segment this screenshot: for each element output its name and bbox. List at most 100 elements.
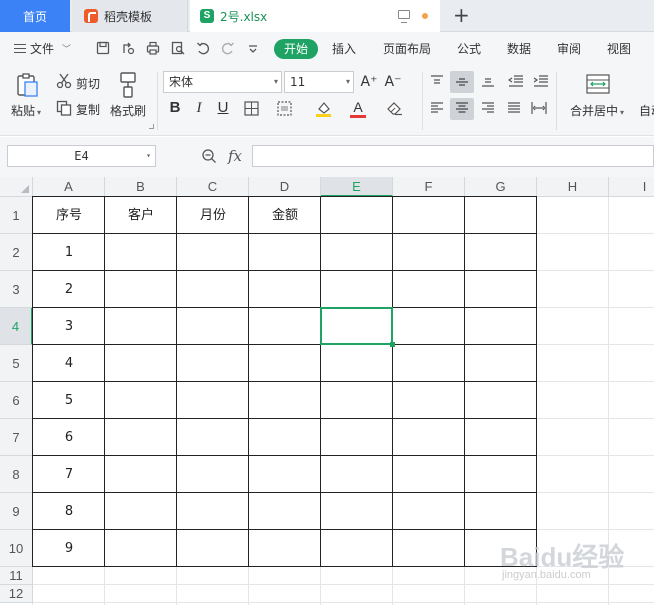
underline-button[interactable]: U bbox=[213, 98, 233, 118]
print-preview-icon[interactable] bbox=[171, 41, 185, 55]
serial-number-cell[interactable]: 6 bbox=[33, 419, 105, 456]
column-header-e[interactable]: E bbox=[321, 177, 393, 197]
menu-page-layout[interactable]: 页面布局 bbox=[383, 40, 431, 57]
copy-icon[interactable] bbox=[56, 100, 72, 116]
column-header-b[interactable]: B bbox=[105, 177, 177, 197]
align-center-button[interactable] bbox=[450, 98, 474, 120]
column-header-i[interactable]: I bbox=[609, 177, 654, 197]
table-header-cell[interactable]: 金额 bbox=[249, 197, 321, 234]
menu-data[interactable]: 数据 bbox=[507, 40, 531, 57]
chevron-down-icon: ▾ bbox=[345, 77, 350, 86]
table-header-cell[interactable]: 月份 bbox=[177, 197, 249, 234]
distributed-align-icon[interactable] bbox=[531, 101, 547, 115]
auto-wrap-button[interactable]: 自动 bbox=[639, 102, 654, 119]
table-header-cell[interactable]: 客户 bbox=[105, 197, 177, 234]
serial-number-cell[interactable]: 9 bbox=[33, 530, 105, 567]
formula-input[interactable] bbox=[252, 145, 654, 167]
serial-number-cell[interactable]: 5 bbox=[33, 382, 105, 419]
align-right-icon[interactable] bbox=[481, 102, 495, 114]
align-middle-button[interactable] bbox=[450, 71, 474, 93]
align-left-icon[interactable] bbox=[430, 102, 444, 114]
serial-number-cell[interactable]: 1 bbox=[33, 234, 105, 271]
decrease-indent-icon[interactable] bbox=[508, 75, 524, 87]
font-color-button[interactable]: A bbox=[350, 98, 366, 118]
menu-file[interactable]: 文件 ﹀ bbox=[14, 40, 71, 57]
fill-color-icon[interactable] bbox=[315, 100, 332, 117]
row-header-3[interactable]: 3 bbox=[0, 271, 33, 308]
print-icon[interactable] bbox=[146, 41, 160, 55]
active-cell-selection[interactable] bbox=[320, 307, 393, 345]
serial-number-cell[interactable]: 2 bbox=[33, 271, 105, 308]
serial-number-cell[interactable]: 8 bbox=[33, 493, 105, 530]
row-header-1[interactable]: 1 bbox=[0, 197, 33, 234]
table-border bbox=[32, 270, 537, 271]
row-header-10[interactable]: 10 bbox=[0, 530, 33, 567]
hamburger-icon bbox=[14, 44, 26, 53]
increase-font-button[interactable]: A⁺ bbox=[359, 72, 379, 92]
align-bottom-icon[interactable] bbox=[481, 75, 495, 87]
name-box[interactable]: E4 ▾ bbox=[7, 145, 156, 167]
font-name-select[interactable]: 宋体 ▾ bbox=[163, 71, 282, 93]
serial-number-cell[interactable]: 4 bbox=[33, 345, 105, 382]
column-header-c[interactable]: C bbox=[177, 177, 249, 197]
column-header-f[interactable]: F bbox=[393, 177, 465, 197]
menu-insert[interactable]: 插入 bbox=[332, 40, 356, 57]
row-header-8[interactable]: 8 bbox=[0, 456, 33, 493]
row-header-7[interactable]: 7 bbox=[0, 419, 33, 456]
select-all-corner[interactable] bbox=[0, 177, 33, 197]
clipboard-expand-icon[interactable] bbox=[149, 124, 154, 129]
customize-toolbar-icon[interactable] bbox=[246, 41, 260, 55]
menu-view[interactable]: 视图 bbox=[607, 40, 631, 57]
decrease-font-button[interactable]: A⁻ bbox=[383, 72, 403, 92]
cut-button[interactable]: 剪切 bbox=[76, 75, 100, 92]
row-header-2[interactable]: 2 bbox=[0, 234, 33, 271]
new-tab-button[interactable]: + bbox=[453, 4, 470, 26]
row-header-9[interactable]: 9 bbox=[0, 493, 33, 530]
row-header-6[interactable]: 6 bbox=[0, 382, 33, 419]
fill-handle[interactable] bbox=[390, 342, 395, 347]
serial-number-cell[interactable]: 3 bbox=[33, 308, 105, 345]
row-header-5[interactable]: 5 bbox=[0, 345, 33, 382]
undo-icon[interactable] bbox=[196, 41, 210, 55]
tab-home[interactable]: 首页 bbox=[0, 0, 70, 32]
redo-icon[interactable] bbox=[221, 41, 235, 55]
insert-function-button[interactable]: fx bbox=[228, 147, 242, 165]
table-border bbox=[32, 492, 537, 493]
column-header-g[interactable]: G bbox=[465, 177, 537, 197]
merge-center-button[interactable]: 合并居中 ▾ bbox=[570, 102, 624, 119]
paste-icon[interactable] bbox=[14, 72, 40, 98]
menu-start[interactable]: 开始 bbox=[274, 39, 318, 59]
increase-indent-icon[interactable] bbox=[533, 75, 549, 87]
zoom-icon[interactable] bbox=[201, 148, 217, 164]
row-header-11[interactable]: 11 bbox=[0, 567, 33, 585]
table-header-cell[interactable]: 序号 bbox=[33, 197, 105, 234]
format-painter-icon[interactable] bbox=[117, 71, 139, 99]
save-icon[interactable] bbox=[96, 41, 110, 55]
column-header-h[interactable]: H bbox=[537, 177, 609, 197]
justify-icon[interactable] bbox=[507, 102, 521, 114]
borders-icon[interactable] bbox=[244, 101, 259, 116]
row-header-12[interactable]: 12 bbox=[0, 585, 33, 603]
scissors-icon[interactable] bbox=[56, 73, 72, 89]
spreadsheet-grid[interactable]: ABCDEFGHI 1 2 3 4 5 6 7 8 9 10 11 12 序号 客户 月份 金额 1 2 3 4 5 6… bbox=[0, 177, 654, 605]
align-top-icon[interactable] bbox=[430, 75, 444, 87]
column-header-d[interactable]: D bbox=[249, 177, 321, 197]
italic-button[interactable]: I bbox=[189, 98, 209, 118]
font-size-select[interactable]: 11 ▾ bbox=[284, 71, 354, 93]
monitor-icon[interactable] bbox=[398, 10, 410, 23]
menu-formula[interactable]: 公式 bbox=[457, 40, 481, 57]
cell-style-icon[interactable] bbox=[277, 101, 292, 116]
export-icon[interactable] bbox=[121, 41, 135, 55]
merge-center-icon[interactable] bbox=[586, 74, 610, 94]
tab-file[interactable]: S 2号.xlsx bbox=[190, 0, 440, 32]
format-painter-button[interactable]: 格式刷 bbox=[110, 102, 146, 119]
paste-button[interactable]: 粘贴 ▾ bbox=[11, 102, 41, 119]
tab-template[interactable]: 稻壳模板 bbox=[72, 0, 188, 32]
bold-button[interactable]: B bbox=[165, 98, 185, 118]
copy-button[interactable]: 复制 bbox=[76, 101, 100, 118]
serial-number-cell[interactable]: 7 bbox=[33, 456, 105, 493]
menu-review[interactable]: 审阅 bbox=[557, 40, 581, 57]
column-header-a[interactable]: A bbox=[33, 177, 105, 197]
row-header-4[interactable]: 4 bbox=[0, 308, 33, 345]
eraser-icon[interactable] bbox=[387, 101, 403, 116]
